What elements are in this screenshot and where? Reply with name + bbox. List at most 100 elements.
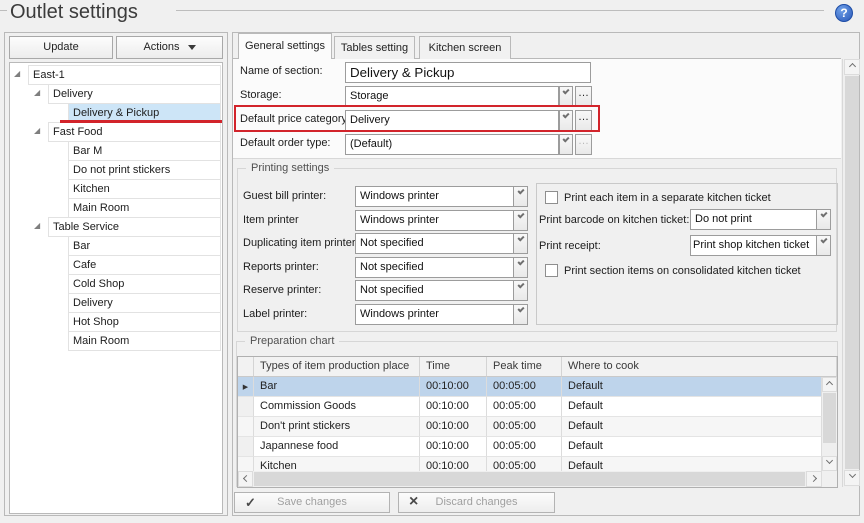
actions-button[interactable]: Actions xyxy=(116,36,223,59)
table-cell[interactable]: Default xyxy=(562,417,822,437)
table-cell[interactable]: 00:10:00 xyxy=(420,437,487,457)
tab-tables-setting[interactable]: Tables setting xyxy=(334,36,415,59)
print-receipt-dropdown-button[interactable] xyxy=(816,235,831,256)
tree-item-table-service[interactable]: ◢ Table Service xyxy=(10,217,222,237)
tree-item-label[interactable]: Table Service xyxy=(48,217,221,237)
barcode-dropdown-button[interactable] xyxy=(816,209,831,230)
tab-kitchen-screen[interactable]: Kitchen screen xyxy=(419,36,511,59)
label-printer-combo[interactable]: Windows printer xyxy=(355,304,514,325)
table-cell[interactable]: 00:10:00 xyxy=(420,397,487,417)
scrollbar-thumb[interactable] xyxy=(845,76,859,469)
reserve-printer-combo[interactable]: Not specified xyxy=(355,280,514,301)
tree-item-label[interactable]: Hot Shop xyxy=(68,312,221,332)
tree-item-label[interactable]: Do not print stickers xyxy=(68,160,221,180)
item-printer-combo[interactable]: Windows printer xyxy=(355,210,514,231)
page-vertical-scrollbar[interactable] xyxy=(842,59,859,487)
tree-expander-icon[interactable]: ◢ xyxy=(14,70,20,78)
tree-expander-icon[interactable]: ◢ xyxy=(34,222,40,230)
tree-item-do-not-print-stickers[interactable]: Do not print stickers xyxy=(10,160,222,180)
table-cell[interactable]: 00:10:00 xyxy=(420,377,487,397)
default-order-type-dropdown-button[interactable] xyxy=(559,134,573,155)
table-cell[interactable]: Default xyxy=(562,437,822,457)
guest-bill-printer-dropdown-button[interactable] xyxy=(513,186,528,207)
storage-ellipsis-button[interactable]: … xyxy=(575,86,592,107)
duplicating-item-printer-combo[interactable]: Not specified xyxy=(355,233,514,254)
table-cell[interactable]: 00:05:00 xyxy=(487,377,562,397)
table-cell[interactable]: Don't print stickers xyxy=(254,417,420,437)
tree-item-label[interactable]: Main Room xyxy=(68,198,221,218)
tree-item-label[interactable]: Cold Shop xyxy=(68,274,221,294)
table-cell[interactable]: 00:05:00 xyxy=(487,397,562,417)
reports-printer-dropdown-button[interactable] xyxy=(513,257,528,278)
guest-bill-printer-combo[interactable]: Windows printer xyxy=(355,186,514,207)
tree-expander-icon[interactable]: ◢ xyxy=(34,89,40,97)
tree-item-delivery[interactable]: ◢ Delivery xyxy=(10,84,222,104)
reports-printer-combo[interactable]: Not specified xyxy=(355,257,514,278)
scroll-down-icon[interactable] xyxy=(822,456,837,471)
tab-general-settings[interactable]: General settings xyxy=(238,33,332,59)
table-row[interactable]: Japannese food 00:10:00 00:05:00 Default xyxy=(238,437,822,457)
tree-item-bar[interactable]: Bar xyxy=(10,236,222,256)
print-receipt-combo[interactable]: Print shop kitchen ticket xyxy=(690,235,817,256)
table-cell[interactable]: Commission Goods xyxy=(254,397,420,417)
discard-changes-button[interactable]: × Discard changes xyxy=(398,492,555,513)
update-button[interactable]: Update xyxy=(9,36,113,59)
tree-item-fast-food[interactable]: ◢ Fast Food xyxy=(10,122,222,142)
storage-dropdown-button[interactable] xyxy=(559,86,573,107)
table-row[interactable]: Don't print stickers 00:10:00 00:05:00 D… xyxy=(238,417,822,437)
consolidated-ticket-checkbox[interactable] xyxy=(545,264,558,277)
tree-item-label[interactable]: Delivery xyxy=(68,293,221,313)
tree-item-label[interactable]: Bar xyxy=(68,236,221,256)
storage-combo[interactable]: Storage xyxy=(345,86,559,107)
reserve-printer-dropdown-button[interactable] xyxy=(513,280,528,301)
default-order-type-combo[interactable]: (Default) xyxy=(345,134,559,155)
scrollbar-thumb[interactable] xyxy=(254,472,805,486)
table-horizontal-scrollbar[interactable] xyxy=(238,471,822,487)
table-cell[interactable]: Default xyxy=(562,377,822,397)
tree-item-cafe[interactable]: Cafe xyxy=(10,255,222,275)
tree-item-label[interactable]: Delivery xyxy=(48,84,221,104)
tree-item-label[interactable]: Kitchen xyxy=(68,179,221,199)
tree-expander-icon[interactable]: ◢ xyxy=(34,127,40,135)
table-cell[interactable]: 00:05:00 xyxy=(487,417,562,437)
tree-item-label[interactable]: Main Room xyxy=(68,331,221,351)
name-of-section-input[interactable] xyxy=(345,62,591,83)
tree-item-label[interactable]: Fast Food xyxy=(48,122,221,142)
column-header[interactable]: Peak time xyxy=(487,357,562,377)
separate-ticket-checkbox[interactable] xyxy=(545,191,558,204)
column-header[interactable]: Time xyxy=(420,357,487,377)
default-order-type-ellipsis-button[interactable]: … xyxy=(575,134,592,155)
scroll-up-icon[interactable] xyxy=(844,59,860,75)
tree-item-bar-m[interactable]: Bar M xyxy=(10,141,222,161)
tree-item-label[interactable]: Bar M xyxy=(68,141,221,161)
scroll-up-icon[interactable] xyxy=(822,377,837,392)
table-cell[interactable]: Bar xyxy=(254,377,420,397)
tree-item-label[interactable]: Cafe xyxy=(68,255,221,275)
save-changes-button[interactable]: ✓ Save changes xyxy=(234,492,390,513)
help-icon[interactable]: ? xyxy=(835,4,853,22)
scrollbar-thumb[interactable] xyxy=(823,393,836,443)
tree-item-cold-shop[interactable]: Cold Shop xyxy=(10,274,222,294)
table-cell[interactable]: Japannese food xyxy=(254,437,420,457)
tree-item-kitchen[interactable]: Kitchen xyxy=(10,179,222,199)
tree-item-label[interactable]: East-1 xyxy=(28,65,221,85)
column-header[interactable]: Where to cook xyxy=(562,357,837,377)
tree-item-main-room[interactable]: Main Room xyxy=(10,198,222,218)
scroll-down-icon[interactable] xyxy=(844,470,860,486)
table-row[interactable]: Commission Goods 00:10:00 00:05:00 Defau… xyxy=(238,397,822,417)
tree-item-main-room-2[interactable]: Main Room xyxy=(10,331,222,351)
table-vertical-scrollbar[interactable] xyxy=(822,377,837,471)
table-cell[interactable]: 00:10:00 xyxy=(420,417,487,437)
tree-item-delivery-2[interactable]: Delivery xyxy=(10,293,222,313)
tree-item-hot-shop[interactable]: Hot Shop xyxy=(10,312,222,332)
table-row-selected[interactable]: ▶ Bar 00:10:00 00:05:00 Default xyxy=(238,377,822,397)
table-cell[interactable]: Default xyxy=(562,397,822,417)
barcode-combo[interactable]: Do not print xyxy=(690,209,817,230)
scroll-left-icon[interactable] xyxy=(238,471,253,487)
duplicating-item-printer-dropdown-button[interactable] xyxy=(513,233,528,254)
scroll-right-icon[interactable] xyxy=(806,471,822,487)
table-cell[interactable]: 00:05:00 xyxy=(487,437,562,457)
item-printer-dropdown-button[interactable] xyxy=(513,210,528,231)
tree-item-east-1[interactable]: ◢ East-1 xyxy=(10,65,222,85)
column-header[interactable]: Types of item production place xyxy=(254,357,420,377)
